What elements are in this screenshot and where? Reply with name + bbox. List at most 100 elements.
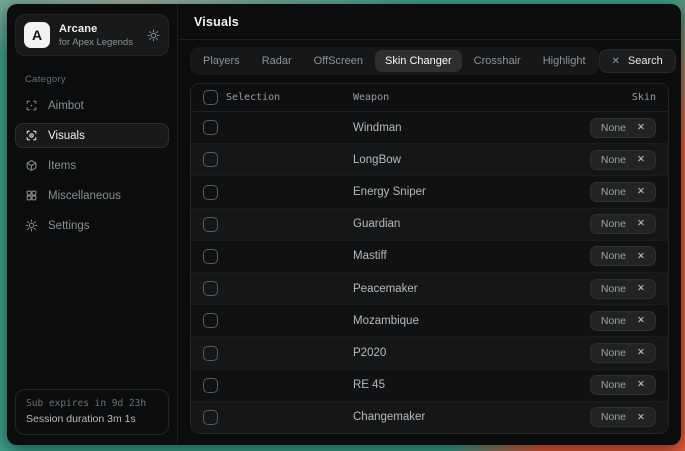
table-row: MastiffNone✕ — [191, 241, 668, 273]
clear-skin-icon[interactable]: ✕ — [637, 155, 645, 165]
row-checkbox[interactable] — [203, 378, 218, 393]
sidebar-item-label: Miscellaneous — [48, 190, 121, 202]
skin-select-badge[interactable]: None✕ — [590, 311, 656, 331]
row-checkbox[interactable] — [203, 313, 218, 328]
row-checkbox[interactable] — [203, 152, 218, 167]
skin-value: None — [601, 347, 626, 359]
app-subtitle: for Apex Legends — [59, 37, 138, 48]
row-checkbox[interactable] — [203, 346, 218, 361]
weapon-name: Windman — [353, 122, 590, 134]
table-row: LongBowNone✕ — [191, 144, 668, 176]
page-title: Visuals — [194, 15, 665, 29]
app-header-card: A Arcane for Apex Legends — [15, 14, 169, 56]
skin-select-badge[interactable]: None ✕ — [590, 214, 656, 234]
skin-value: None — [601, 154, 626, 166]
app-window: A Arcane for Apex Legends Category Aimbo… — [7, 4, 681, 445]
clear-skin-icon[interactable]: ✕ — [637, 348, 645, 358]
skin-select-badge[interactable]: None ✕ — [590, 279, 656, 299]
table-row: P2020None✕ — [191, 337, 668, 369]
skin-value: None — [601, 250, 626, 262]
table-body: WindmanNone✕LongBowNone✕Energy SniperNon… — [191, 112, 668, 433]
skin-value: None — [601, 122, 626, 134]
tab-highlight[interactable]: Highlight — [533, 50, 596, 72]
row-checkbox[interactable] — [203, 120, 218, 135]
cube-icon — [25, 159, 38, 172]
row-checkbox[interactable] — [203, 281, 218, 296]
skin-select-badge[interactable]: None ✕ — [590, 150, 656, 170]
clear-skin-icon[interactable]: ✕ — [637, 187, 645, 197]
sidebar-item-label: Settings — [48, 220, 90, 232]
crosshair-scan-icon — [25, 99, 38, 112]
sidebar-item-label: Visuals — [48, 130, 85, 142]
tab-bar: PlayersRadarOffScreenSkin ChangerCrossha… — [190, 47, 599, 75]
weapon-name: RE 45 — [353, 379, 590, 391]
skin-select-badge[interactable]: None ✕ — [590, 182, 656, 202]
gear-icon[interactable] — [147, 29, 160, 42]
sidebar-item-label: Items — [48, 160, 76, 172]
row-skin-cell: None ✕ — [590, 182, 656, 202]
row-checkbox[interactable] — [203, 185, 218, 200]
skin-select-badge[interactable]: None ✕ — [590, 343, 656, 363]
sub-expires-text: Sub expires in 9d 23h — [26, 398, 158, 409]
skin-select-badge[interactable]: None✕ — [590, 375, 656, 395]
row-selection-cell — [203, 378, 353, 393]
skin-select-badge[interactable]: None ✕ — [590, 118, 656, 138]
sidebar-spacer — [15, 238, 169, 389]
column-header-skin: Skin — [632, 92, 656, 103]
clear-skin-icon[interactable]: ✕ — [637, 123, 645, 133]
row-skin-cell: None ✕ — [590, 150, 656, 170]
column-header-weapon: Weapon — [353, 92, 632, 103]
category-label: Category — [25, 74, 159, 85]
app-logo: A — [24, 22, 50, 48]
weapon-name: Changemaker — [353, 411, 590, 423]
clear-skin-icon[interactable]: ✕ — [637, 380, 645, 390]
table-row: Windman None ✕ — [191, 112, 668, 144]
row-selection-cell — [203, 249, 353, 264]
tab-skin-changer[interactable]: Skin Changer — [375, 50, 462, 72]
row-skin-cell: None ✕ — [590, 214, 656, 234]
row-selection-cell — [203, 281, 353, 296]
table-row: PeacemakerNone✕ — [191, 273, 668, 305]
row-checkbox[interactable] — [203, 217, 218, 232]
sidebar: A Arcane for Apex Legends Category Aimbo… — [7, 4, 178, 445]
sidebar-item-settings[interactable]: Settings — [15, 213, 169, 238]
skin-select-badge[interactable]: None ✕ — [590, 246, 656, 266]
table-header-row: Selection Weapon Skin — [191, 84, 668, 112]
clear-skin-icon[interactable]: ✕ — [637, 316, 645, 326]
skin-changer-table: Selection Weapon Skin WindmanNone✕LongBo… — [190, 83, 669, 434]
row-checkbox[interactable] — [203, 410, 218, 425]
tab-radar[interactable]: Radar — [252, 50, 302, 72]
row-selection-cell — [203, 120, 353, 135]
row-selection-cell — [203, 410, 353, 425]
skin-value: None — [601, 283, 626, 295]
search-button-label: Search — [628, 55, 663, 67]
sidebar-item-visuals[interactable]: Visuals — [15, 123, 169, 148]
skin-select-badge[interactable]: None ✕ — [590, 407, 656, 427]
sidebar-item-items[interactable]: Items — [15, 153, 169, 178]
tab-crosshair[interactable]: Crosshair — [464, 50, 531, 72]
clear-skin-icon[interactable]: ✕ — [637, 252, 645, 262]
desktop-background: A Arcane for Apex Legends Category Aimbo… — [0, 0, 685, 451]
tab-players[interactable]: Players — [193, 50, 250, 72]
clear-skin-icon[interactable]: ✕ — [637, 413, 645, 423]
search-button[interactable]: ✕ Search — [599, 49, 676, 73]
weapon-name: Guardian — [353, 218, 590, 230]
table-row: RE 45None✕ — [191, 370, 668, 402]
clear-skin-icon[interactable]: ✕ — [637, 219, 645, 229]
skin-value: None — [601, 411, 626, 423]
row-selection-cell — [203, 217, 353, 232]
row-checkbox[interactable] — [203, 249, 218, 264]
sidebar-item-miscellaneous[interactable]: Miscellaneous — [15, 183, 169, 208]
weapon-name: Mozambique — [353, 315, 590, 327]
clear-skin-icon[interactable]: ✕ — [637, 284, 645, 294]
column-header-selection: Selection — [226, 92, 280, 103]
sidebar-item-aimbot[interactable]: Aimbot — [15, 93, 169, 118]
sidebar-menu: Aimbot Visuals Items Miscellaneous Settings — [15, 93, 169, 238]
sidebar-item-label: Aimbot — [48, 100, 84, 112]
skin-value: None — [601, 186, 626, 198]
table-row: Energy SniperNone✕ — [191, 176, 668, 208]
toolbar: PlayersRadarOffScreenSkin ChangerCrossha… — [178, 40, 681, 81]
select-all-checkbox[interactable] — [203, 90, 218, 105]
skin-value: None — [601, 218, 626, 230]
tab-offscreen[interactable]: OffScreen — [304, 50, 373, 72]
